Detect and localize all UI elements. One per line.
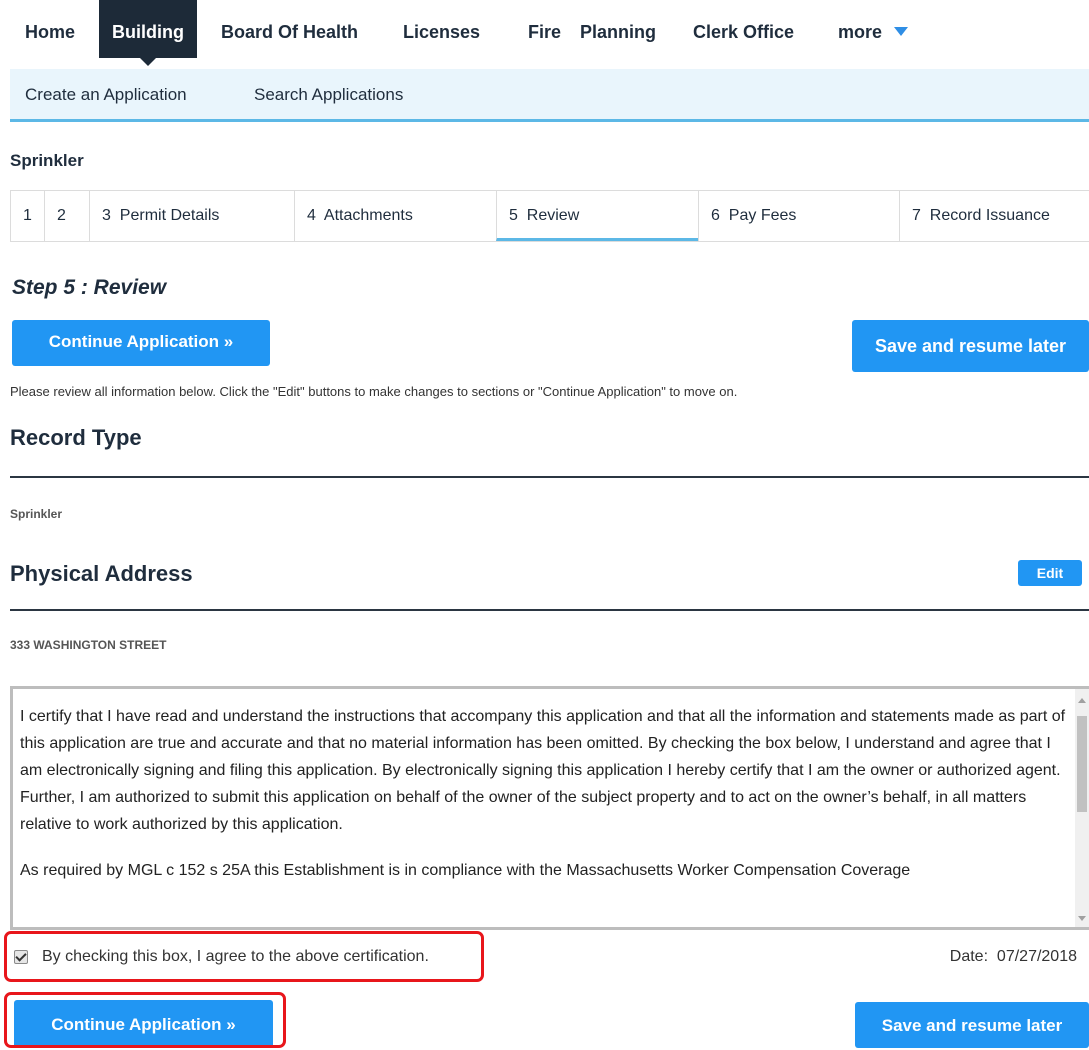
section-divider bbox=[10, 476, 1089, 478]
step-number: 2 bbox=[57, 207, 66, 224]
step-4-attachments[interactable]: 4 Attachments bbox=[294, 191, 496, 241]
step-3-permit-details[interactable]: 3 Permit Details bbox=[89, 191, 294, 241]
nav-tab-home[interactable]: Home bbox=[25, 0, 75, 58]
continue-application-button[interactable]: Continue Application » bbox=[12, 320, 270, 366]
edit-physical-address-button[interactable]: Edit bbox=[1018, 560, 1082, 586]
step-number: 7 bbox=[912, 207, 921, 224]
nav-tab-planning[interactable]: Planning bbox=[580, 0, 656, 58]
vertical-scrollbar[interactable] bbox=[1075, 689, 1089, 927]
nav-tab-more-label: more bbox=[838, 22, 883, 42]
date-label: Date: bbox=[949, 948, 989, 965]
date-value: 07/27/2018 bbox=[996, 948, 1077, 965]
step-label: Permit Details bbox=[119, 207, 220, 224]
step-5-review[interactable]: 5 Review bbox=[496, 191, 698, 241]
nav-tab-fire[interactable]: Fire bbox=[528, 0, 561, 58]
step-number: 4 bbox=[307, 207, 316, 224]
save-and-resume-later-button[interactable]: Save and resume later bbox=[852, 320, 1089, 372]
physical-address-value: 333 WASHINGTON STREET bbox=[10, 638, 167, 652]
page-title: Sprinkler bbox=[10, 151, 84, 170]
nav-tab-licenses[interactable]: Licenses bbox=[403, 0, 480, 58]
step-number: 6 bbox=[711, 207, 720, 224]
step-label: Review bbox=[526, 207, 580, 224]
step-label: Pay Fees bbox=[728, 207, 797, 224]
scrollbar-thumb[interactable] bbox=[1077, 716, 1087, 812]
top-navigation: Home Building Board Of Health Licenses F… bbox=[0, 0, 1089, 68]
certification-paragraph: As required by MGL c 152 s 25A this Esta… bbox=[20, 862, 911, 879]
scroll-down-arrow-icon[interactable] bbox=[1078, 916, 1086, 921]
step-2[interactable]: 2 bbox=[44, 191, 89, 241]
step-number: 3 bbox=[102, 207, 111, 224]
certification-text-box[interactable]: I certify that I have read and understan… bbox=[10, 686, 1089, 930]
nav-tab-clerk-office[interactable]: Clerk Office bbox=[693, 0, 794, 58]
sub-navigation: Create an Application Search Application… bbox=[10, 69, 1089, 122]
certification-text: I certify that I have read and understan… bbox=[20, 703, 1070, 903]
save-and-resume-later-button-bottom[interactable]: Save and resume later bbox=[855, 1002, 1089, 1048]
step-label: Record Issuance bbox=[929, 207, 1050, 224]
subnav-search-applications[interactable]: Search Applications bbox=[254, 69, 403, 121]
nav-tab-more[interactable]: more bbox=[838, 0, 909, 58]
continue-button-highlight bbox=[4, 992, 286, 1048]
step-7-record-issuance[interactable]: 7 Record Issuance bbox=[899, 191, 1089, 241]
certification-date: Date: 07/27/2018 bbox=[950, 948, 1077, 966]
nav-tab-building[interactable]: Building bbox=[99, 0, 197, 66]
nav-tab-board-of-health[interactable]: Board Of Health bbox=[221, 0, 358, 58]
step-label: Attachments bbox=[323, 207, 413, 224]
caret-down-icon bbox=[894, 26, 909, 36]
section-divider bbox=[10, 609, 1089, 611]
physical-address-heading: Physical Address bbox=[10, 561, 193, 586]
agree-checkbox-highlight bbox=[4, 931, 484, 982]
subnav-create-application[interactable]: Create an Application bbox=[25, 69, 187, 121]
step-number: 1 bbox=[23, 207, 32, 224]
scroll-up-arrow-icon[interactable] bbox=[1078, 698, 1086, 703]
step-number: 5 bbox=[509, 207, 518, 224]
certification-paragraph: I certify that I have read and understan… bbox=[20, 708, 1066, 833]
instructions-text: Please review all information below. Cli… bbox=[10, 384, 738, 399]
step-progress-bar: 1 2 3 Permit Details 4 Attachments 5 Rev… bbox=[10, 190, 1089, 242]
step-1[interactable]: 1 bbox=[10, 191, 44, 241]
step-6-pay-fees[interactable]: 6 Pay Fees bbox=[698, 191, 899, 241]
step-title: Step 5 : Review bbox=[12, 276, 167, 299]
record-type-value: Sprinkler bbox=[10, 507, 63, 521]
record-type-heading: Record Type bbox=[10, 425, 142, 450]
